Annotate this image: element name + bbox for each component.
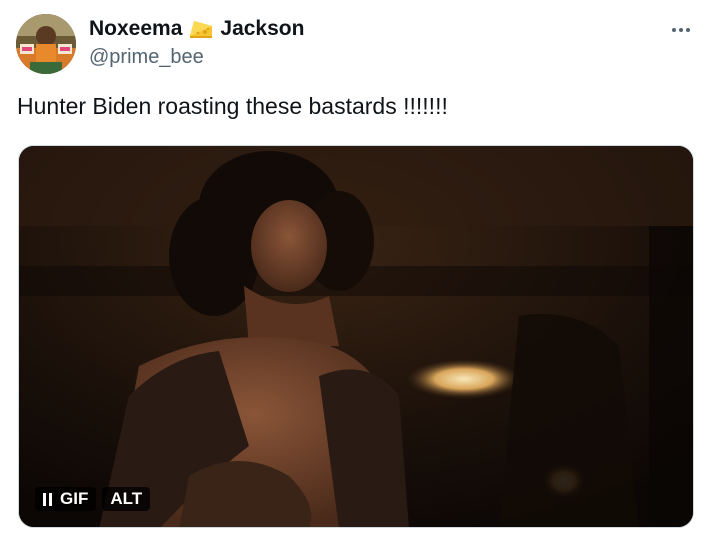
more-dot-icon <box>672 28 676 32</box>
gif-frame <box>19 146 693 527</box>
alt-text-button[interactable]: ALT <box>102 487 151 511</box>
tweet-text: Hunter Biden roasting these bastards !!!… <box>17 93 448 119</box>
more-dot-icon <box>686 28 690 32</box>
pause-gif-button[interactable]: GIF <box>35 487 97 511</box>
display-name-last: Jackson <box>220 17 305 40</box>
alt-badge: ALT <box>110 489 143 508</box>
more-dot-icon <box>679 28 683 32</box>
gif-badge: GIF <box>60 489 89 508</box>
cheese-wedge-icon <box>188 18 214 40</box>
user-handle[interactable]: @prime_bee <box>89 46 204 69</box>
tweet-card: Noxeema Jackson @prime_bee Hunter Biden … <box>0 0 709 543</box>
gif-media[interactable]: GIF ALT <box>18 145 694 528</box>
gif-controls: GIF ALT <box>35 487 151 511</box>
avatar[interactable] <box>16 14 76 74</box>
pause-icon <box>43 492 52 506</box>
display-name[interactable]: Noxeema Jackson <box>89 15 304 43</box>
more-options-button[interactable] <box>664 18 698 42</box>
display-name-first: Noxeema <box>89 17 183 40</box>
